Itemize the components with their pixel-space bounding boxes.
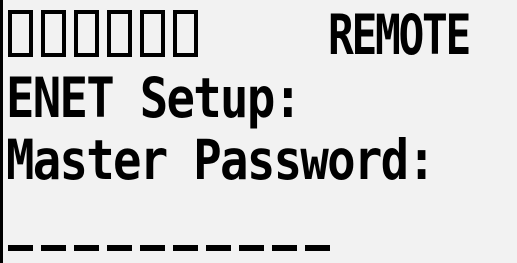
entry-slot	[173, 245, 198, 251]
status-cell	[140, 10, 165, 57]
entry-slot	[8, 245, 33, 251]
entry-slot	[206, 245, 231, 251]
menu-title: ENET Setup:	[6, 66, 302, 130]
status-cell	[8, 10, 33, 57]
entry-slot	[305, 245, 330, 251]
status-cell	[173, 10, 198, 57]
entry-slot	[272, 245, 297, 251]
lcd-display: REMOTE ENET Setup: Master Password:	[0, 0, 517, 263]
mode-indicator: REMOTE	[328, 3, 471, 67]
status-cell	[74, 10, 99, 57]
entry-slot	[107, 245, 132, 251]
status-cell	[41, 10, 66, 57]
entry-slot	[41, 245, 66, 251]
password-prompt: Master Password:	[6, 128, 436, 192]
status-row: REMOTE	[0, 8, 517, 64]
entry-slot	[74, 245, 99, 251]
entry-slot	[239, 245, 264, 251]
status-cell	[107, 10, 132, 57]
entry-slot	[140, 245, 165, 251]
